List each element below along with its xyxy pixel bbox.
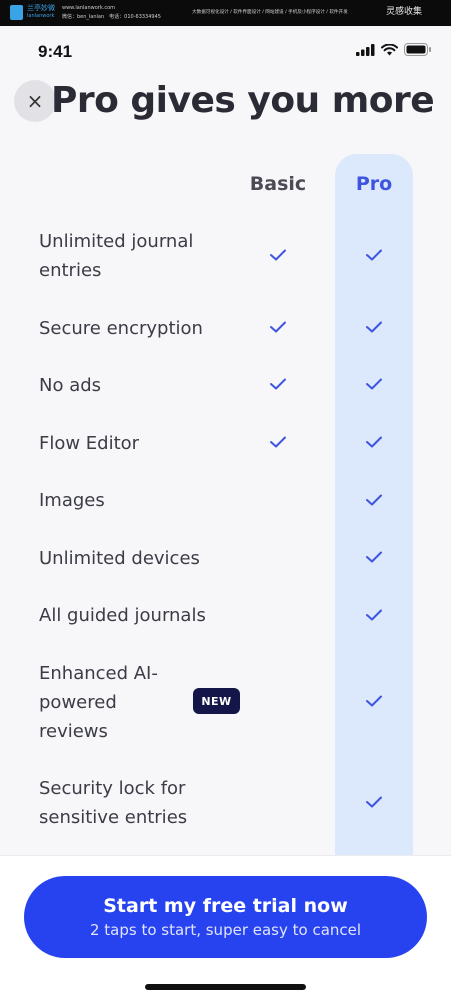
close-icon: × bbox=[26, 89, 44, 113]
pro-check-icon bbox=[365, 694, 383, 708]
pro-check-icon bbox=[365, 320, 383, 334]
banner-logo-text: 兰亭妙微 bbox=[27, 4, 55, 12]
pro-column-highlight bbox=[335, 154, 413, 874]
battery-icon bbox=[404, 41, 431, 60]
cta-title: Start my free trial now bbox=[103, 895, 348, 917]
banner-url: www.lanlanwork.com bbox=[62, 5, 116, 11]
status-icons bbox=[356, 43, 431, 60]
banner-contact: 微信：ben_lanlan 电话：010-63334945 bbox=[62, 14, 161, 20]
feature-label-unlimited-devices: Unlimited devices bbox=[39, 548, 200, 569]
feature-label-images: Images bbox=[39, 490, 105, 511]
basic-check-icon bbox=[269, 435, 287, 449]
feature-label-flow-editor: Flow Editor bbox=[39, 433, 140, 454]
column-header-basic: Basic bbox=[249, 173, 307, 195]
feature-label-guided-journals: All guided journals bbox=[39, 605, 206, 626]
feature-label-ai-reviews: Enhanced AI-powered reviews bbox=[39, 663, 158, 742]
status-time: 9:41 bbox=[38, 42, 73, 61]
logo-icon bbox=[10, 5, 23, 20]
feature-label-no-ads: No ads bbox=[39, 375, 102, 396]
new-badge: NEW bbox=[193, 688, 240, 714]
pro-check-icon bbox=[365, 435, 383, 449]
top-banner: 兰亭妙微 lanlanwork www.lanlanwork.com 微信：be… bbox=[0, 0, 451, 26]
banner-services: 大数据可视化设计 / 软件界面设计 / 网站建设 / 手机及小程序设计 / 软件… bbox=[192, 10, 348, 15]
pro-check-icon bbox=[365, 377, 383, 391]
close-button[interactable]: × bbox=[14, 80, 56, 122]
column-header-pro: Pro bbox=[355, 173, 393, 195]
status-bar: 9:41 bbox=[0, 26, 451, 70]
basic-check-icon bbox=[269, 248, 287, 262]
home-indicator bbox=[145, 984, 306, 990]
feature-label-security-lock: Security lock for sensitive entries bbox=[39, 778, 188, 828]
basic-check-icon bbox=[269, 320, 287, 334]
page-title: Pro gives you more bbox=[51, 80, 435, 121]
pro-check-icon bbox=[365, 493, 383, 507]
banner-brand: 灵感收集 bbox=[386, 7, 423, 17]
pro-check-icon bbox=[365, 608, 383, 622]
start-free-trial-button[interactable]: Start my free trial now 2 taps to start,… bbox=[24, 876, 427, 958]
pro-check-icon bbox=[365, 550, 383, 564]
cta-subtitle: 2 taps to start, super easy to cancel bbox=[89, 921, 362, 939]
feature-label-secure-encryption: Secure encryption bbox=[39, 318, 203, 339]
pro-check-icon bbox=[365, 248, 383, 262]
banner-logo-sub: lanlanwork bbox=[27, 13, 55, 19]
wifi-icon bbox=[381, 41, 398, 60]
basic-check-icon bbox=[269, 377, 287, 391]
feature-label-unlimited-entries: Unlimited journal entries bbox=[39, 231, 194, 281]
signal-icon bbox=[356, 41, 375, 60]
pro-check-icon bbox=[365, 795, 383, 809]
